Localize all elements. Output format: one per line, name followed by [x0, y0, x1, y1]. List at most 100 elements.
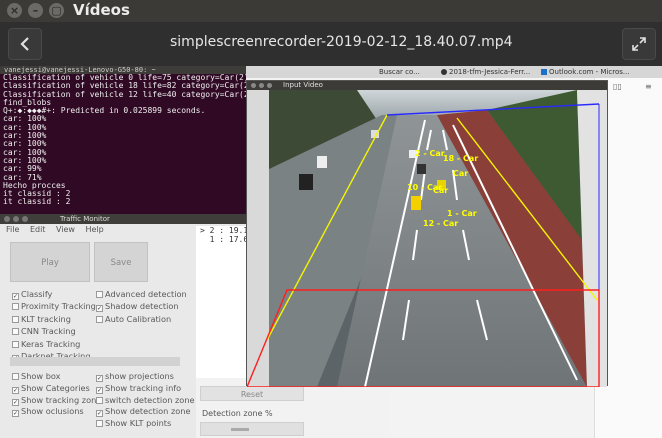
unchecked-icon[interactable]: [12, 303, 19, 311]
checked-icon[interactable]: ✓: [96, 375, 103, 382]
video-frame[interactable]: vanejessi@vanejessi-Lenovo-G50-80: ~ Cla…: [0, 66, 662, 438]
input-video-window: Input Video 2 - Car 18 - Car Car 10 - Ca…: [246, 80, 608, 387]
option-checkbox[interactable]: Advanced detection: [96, 289, 187, 299]
menu-view[interactable]: View: [56, 225, 75, 234]
github-icon: [441, 69, 447, 75]
menu-file[interactable]: File: [6, 225, 19, 234]
option-label: Shadow detection: [105, 301, 179, 312]
browser-tab[interactable]: Buscar co...: [376, 67, 438, 78]
fullscreen-button[interactable]: [622, 28, 656, 60]
vehicle: [317, 156, 327, 168]
option-checkbox[interactable]: Keras Tracking: [12, 339, 80, 349]
back-button[interactable]: [8, 28, 42, 60]
menu-help[interactable]: Help: [86, 225, 104, 234]
maximize-window-icon[interactable]: ▢: [49, 3, 64, 18]
unchecked-icon[interactable]: [12, 340, 19, 348]
vehicle: [417, 164, 426, 174]
chevron-left-icon: [20, 37, 29, 51]
option-checkbox[interactable]: ✓ Show detection zone: [96, 406, 191, 418]
unchecked-icon[interactable]: [96, 315, 103, 323]
option-label: switch detection zone: [105, 394, 195, 405]
terminal-output: Classification of vehicle 0 life=75 cate…: [0, 73, 246, 207]
menu-edit[interactable]: Edit: [30, 225, 46, 234]
close-window-icon[interactable]: [4, 216, 10, 222]
window-title: Vídeos: [73, 1, 130, 19]
option-label: Show oclusions: [21, 406, 84, 417]
unchecked-icon[interactable]: [96, 396, 103, 404]
unchecked-icon[interactable]: [12, 315, 19, 323]
option-checkbox[interactable]: ✓ Show Categories: [12, 383, 90, 394]
browser-tab-label: Outlook.com - Micros...: [549, 68, 630, 76]
checked-icon[interactable]: ✓: [12, 386, 19, 394]
option-checkbox[interactable]: ✓ Classify: [12, 289, 52, 300]
vehicle: [299, 174, 313, 190]
browser-tab-strip: Buscar co... 2018-tfm-Jessica-Ferr... Ou…: [246, 66, 662, 78]
unchecked-icon[interactable]: [96, 291, 103, 298]
terminal-line: it classid : 2: [3, 197, 71, 207]
terminal-window: vanejessi@vanejessi-Lenovo-G50-80: ~ Cla…: [0, 66, 246, 218]
minimize-window-icon[interactable]: [259, 83, 264, 88]
header-bar: simplescreenrecorder-2019-02-12_18.40.07…: [0, 22, 662, 66]
library-icon[interactable]: ▯▯: [613, 82, 622, 91]
option-checkbox[interactable]: ✓ Shadow detection: [96, 301, 179, 313]
option-label: show projections: [105, 371, 174, 381]
option-checkbox[interactable]: CNN Tracking: [12, 326, 76, 336]
option-label: Advanced detection: [105, 289, 187, 299]
option-checkbox[interactable]: Proximity Tracking: [12, 301, 96, 311]
play-button[interactable]: Play: [10, 242, 90, 282]
checked-icon[interactable]: ✓: [12, 293, 19, 300]
maximize-window-icon[interactable]: [22, 216, 28, 222]
vehicle-label: Car: [453, 169, 468, 178]
input-video-title: Input Video: [283, 81, 323, 89]
reset-button[interactable]: Reset: [200, 386, 304, 401]
minimize-window-icon[interactable]: [13, 216, 19, 222]
option-label: Show tracking zone: [21, 394, 102, 405]
option-label: Show box: [21, 371, 61, 381]
menu-icon[interactable]: ≡: [645, 82, 652, 91]
option-label: Show Categories: [21, 382, 90, 393]
option-checkbox[interactable]: ✓ show projections: [96, 371, 174, 382]
option-label: KLT tracking: [21, 313, 71, 324]
checked-icon[interactable]: ✓: [12, 398, 19, 406]
vehicle-label: 2 - Car: [415, 149, 445, 158]
traffic-monitor-title: Traffic Monitor: [60, 215, 110, 223]
close-window-icon[interactable]: ×: [7, 3, 22, 18]
unchecked-icon[interactable]: [96, 420, 103, 428]
checked-icon[interactable]: ✓: [12, 410, 19, 418]
output-line: 1 : 17.69: [200, 235, 253, 244]
output-line: > 2 : 19.14: [200, 226, 253, 235]
slider-handle[interactable]: [231, 428, 249, 431]
maximize-window-icon[interactable]: [267, 83, 272, 88]
checked-icon[interactable]: ✓: [96, 410, 103, 418]
vehicle: [411, 196, 421, 210]
unchecked-icon[interactable]: [12, 373, 19, 380]
browser-tab[interactable]: Outlook.com - Micros...: [538, 67, 634, 78]
checked-icon[interactable]: ✓: [96, 305, 103, 313]
option-checkbox[interactable]: ✓ Show tracking info: [96, 383, 181, 394]
vehicle-label: 18 - Car: [443, 154, 478, 163]
option-checkbox[interactable]: ✓ Show oclusions: [12, 406, 84, 418]
unchecked-icon[interactable]: [12, 328, 19, 336]
save-button[interactable]: Save: [94, 242, 148, 282]
browser-tab-label: 2018-tfm-Jessica-Ferr...: [449, 68, 531, 76]
detection-zone-slider[interactable]: [200, 422, 304, 436]
option-checkbox[interactable]: switch detection zone: [96, 395, 195, 405]
option-checkbox[interactable]: Show box: [12, 371, 61, 381]
browser-tab[interactable]: 2018-tfm-Jessica-Ferr...: [438, 67, 536, 78]
separator-bar: [10, 357, 180, 366]
vehicle-label: 1 - Car: [447, 209, 477, 218]
input-video-titlebar: Input Video: [247, 81, 607, 90]
video-player-window: × – ▢ Vídeos simplescreenrecorder-2019-0…: [0, 0, 662, 438]
minimize-window-icon[interactable]: –: [28, 3, 43, 18]
option-checkbox[interactable]: Auto Calibration: [96, 314, 171, 324]
traffic-monitor-titlebar: Traffic Monitor: [0, 214, 246, 224]
option-checkbox[interactable]: ✓ Show tracking zone: [12, 395, 101, 406]
option-checkbox[interactable]: Show KLT points: [96, 418, 171, 428]
option-label: Show KLT points: [105, 418, 172, 429]
option-checkbox[interactable]: KLT tracking: [12, 314, 71, 324]
checked-icon[interactable]: ✓: [96, 386, 103, 394]
close-window-icon[interactable]: [251, 83, 256, 88]
option-label: Show detection zone: [105, 406, 191, 417]
option-label: Proximity Tracking: [21, 301, 96, 312]
vehicle-label: 12 - Car: [423, 219, 458, 228]
